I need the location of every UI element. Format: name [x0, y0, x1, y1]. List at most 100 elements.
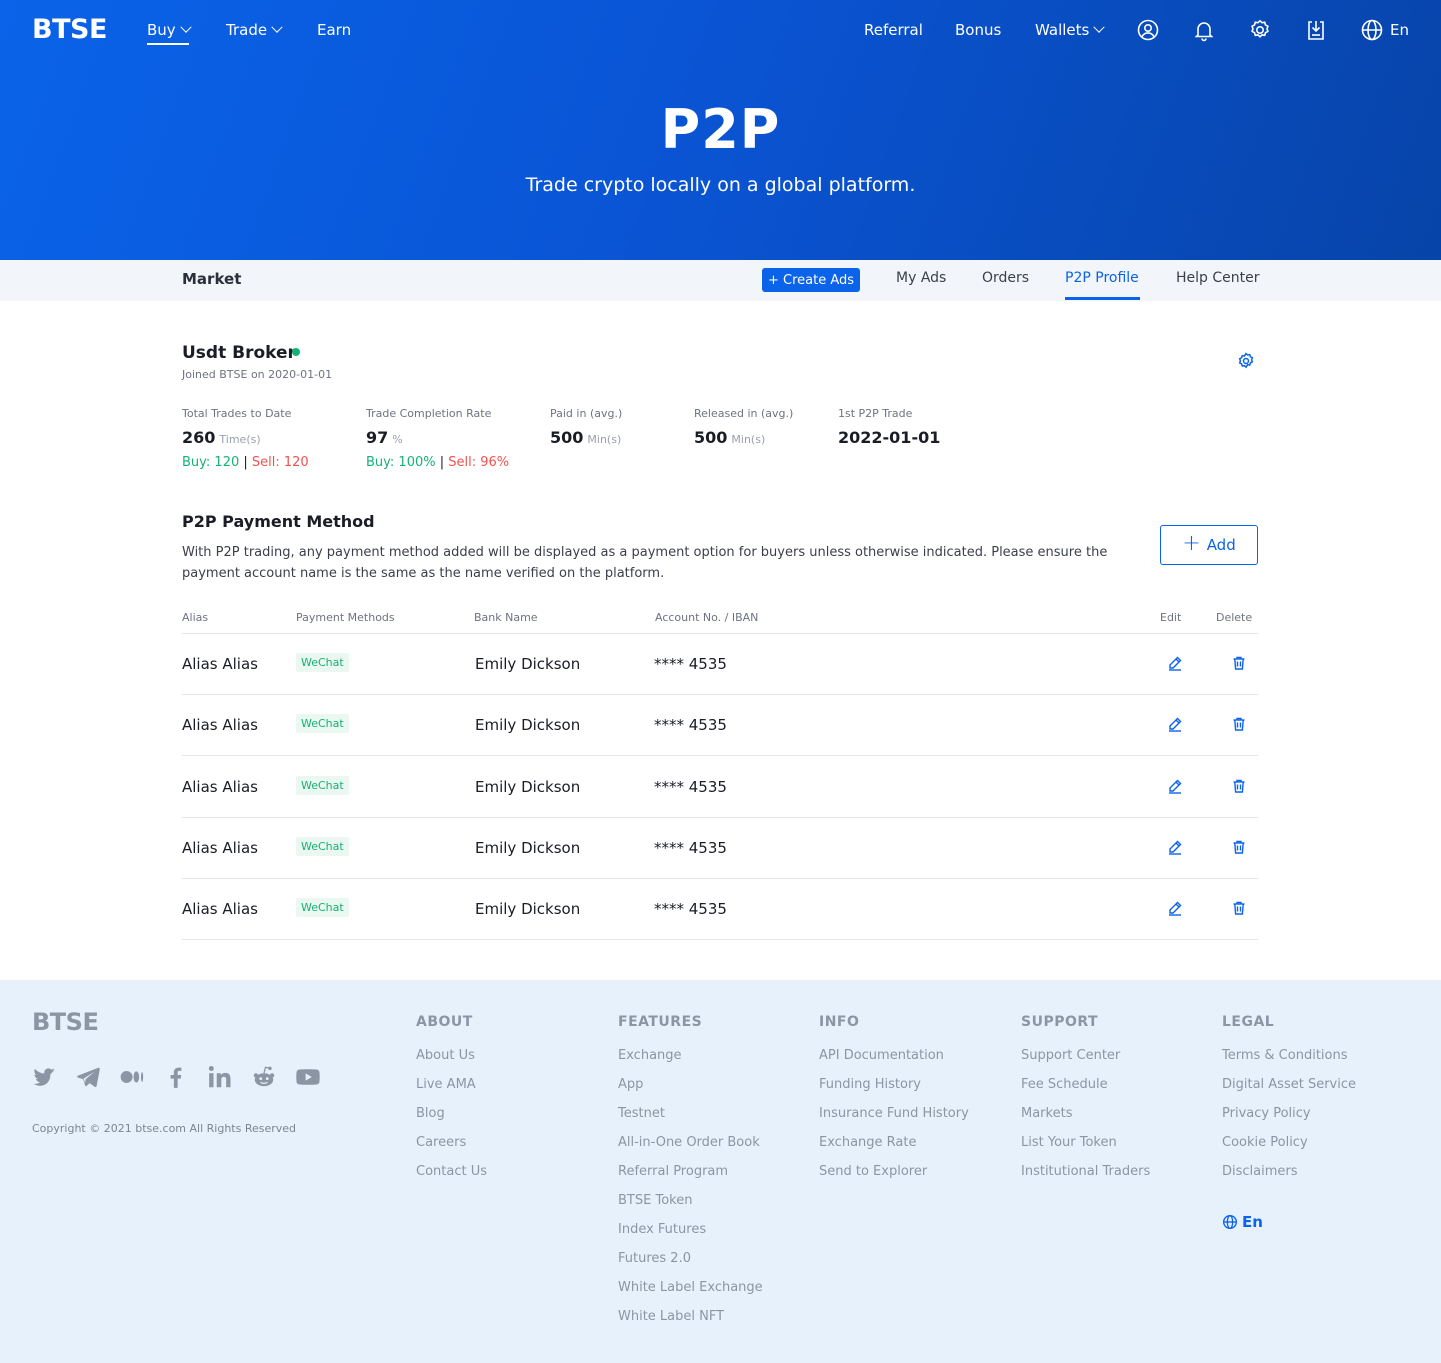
footer-link[interactable]: Exchange Rate [819, 1136, 969, 1165]
footer-link[interactable]: Support Center [1021, 1049, 1150, 1078]
gear-icon[interactable] [1248, 18, 1272, 42]
edit-icon[interactable] [1167, 655, 1183, 671]
row-alias: Alias Alias [182, 838, 258, 857]
footer-link[interactable]: All-in-One Order Book [618, 1136, 763, 1165]
stat-label: Released in (avg.) [694, 407, 794, 420]
create-ads-button[interactable]: + Create Ads [762, 268, 860, 292]
profile-settings-icon[interactable] [1236, 351, 1256, 371]
footer-column-legal: LEGAL Terms & Conditions Digital Asset Ser… [1222, 1014, 1356, 1194]
footer-language-selector[interactable]: En [1222, 1213, 1263, 1231]
footer-logo[interactable]: BTSE [32, 1008, 99, 1036]
footer-link[interactable]: Testnet [618, 1107, 763, 1136]
col-header-edit: Edit [1160, 611, 1182, 624]
medium-icon[interactable] [119, 1064, 145, 1090]
payment-method-title: P2P Payment Method [182, 512, 375, 531]
footer-link[interactable]: Send to Explorer [819, 1165, 969, 1194]
buy-count: Buy: 120 [182, 455, 240, 470]
footer-link[interactable]: Markets [1021, 1107, 1150, 1136]
footer-link[interactable]: Cookie Policy [1222, 1136, 1356, 1165]
payment-method-tag: WeChat [296, 714, 349, 734]
youtube-icon[interactable] [295, 1064, 321, 1090]
footer-link[interactable]: Contact Us [416, 1165, 487, 1194]
col-header-bank-name: Bank Name [474, 611, 538, 624]
stat-completion-rate: Trade Completion Rate 97% Buy: 100% | Se… [366, 407, 509, 470]
chevron-down-icon [180, 21, 192, 33]
user-icon[interactable] [1136, 18, 1160, 42]
delete-icon[interactable] [1231, 716, 1247, 732]
nav-referral-label: Referral [864, 21, 923, 39]
footer-link[interactable]: API Documentation [819, 1049, 969, 1078]
tab-my-ads[interactable]: My Ads [896, 270, 946, 286]
stat-value: 97 [366, 428, 389, 447]
footer-link[interactable]: Terms & Conditions [1222, 1049, 1356, 1078]
plus-icon: + [1182, 531, 1201, 556]
tab-help-center[interactable]: Help Center [1176, 270, 1260, 286]
nav-buy[interactable]: Buy [147, 21, 192, 39]
table-row: Alias Alias WeChat Emily Dickson **** 4535 [182, 695, 1258, 757]
download-icon[interactable] [1304, 18, 1328, 42]
footer-link[interactable]: List Your Token [1021, 1136, 1150, 1165]
footer-link[interactable]: Digital Asset Service [1222, 1078, 1356, 1107]
footer-link[interactable]: White Label NFT [618, 1310, 763, 1339]
separator: | [439, 455, 445, 470]
delete-icon[interactable] [1231, 778, 1247, 794]
tab-orders[interactable]: Orders [982, 270, 1029, 286]
footer-link[interactable]: Insurance Fund History [819, 1107, 969, 1136]
footer-column-title: ABOUT [416, 1014, 473, 1030]
footer-link[interactable]: Disclaimers [1222, 1165, 1356, 1194]
edit-icon[interactable] [1167, 716, 1183, 732]
footer-link[interactable]: Live AMA [416, 1078, 487, 1107]
footer-link[interactable]: Futures 2.0 [618, 1252, 763, 1281]
nav-bonus[interactable]: Bonus [955, 21, 1001, 39]
btse-logo[interactable]: BTSE [32, 14, 107, 45]
footer-link[interactable]: White Label Exchange [618, 1281, 763, 1310]
footer-column-about: ABOUT About Us Live AMA Blog Careers Contact … [416, 1014, 487, 1194]
footer-link[interactable]: Funding History [819, 1078, 969, 1107]
footer-link[interactable]: Careers [416, 1136, 487, 1165]
footer-link[interactable]: Exchange [618, 1049, 763, 1078]
edit-icon[interactable] [1167, 839, 1183, 855]
footer-link[interactable]: About Us [416, 1049, 487, 1078]
linkedin-icon[interactable] [207, 1064, 233, 1090]
footer-link[interactable]: App [618, 1078, 763, 1107]
footer-link[interactable]: Institutional Traders [1021, 1165, 1150, 1194]
sell-rate: Sell: 96% [448, 455, 510, 470]
add-payment-button[interactable]: + Add [1160, 525, 1258, 565]
nav-wallets[interactable]: Wallets [1035, 21, 1105, 39]
footer-link[interactable]: Privacy Policy [1222, 1107, 1356, 1136]
edit-icon[interactable] [1167, 900, 1183, 916]
footer-link[interactable]: BTSE Token [618, 1194, 763, 1223]
delete-icon[interactable] [1231, 655, 1247, 671]
facebook-icon[interactable] [163, 1064, 189, 1090]
language-selector[interactable]: En [1390, 21, 1409, 39]
footer-column-support: SUPPORT Support Center Fee Schedule Markets… [1021, 1014, 1150, 1194]
footer-link[interactable]: Blog [416, 1107, 487, 1136]
nav-trade[interactable]: Trade [226, 21, 283, 39]
hero-banner: BTSE Buy Trade Earn Referral Bonus Walle… [0, 0, 1441, 260]
market-link[interactable]: Market [182, 270, 241, 288]
nav-earn[interactable]: Earn [317, 21, 351, 39]
tab-p2p-profile[interactable]: P2P Profile [1065, 270, 1139, 286]
footer-column-title: SUPPORT [1021, 1014, 1099, 1030]
row-bank-name: Emily Dickson [475, 777, 581, 796]
edit-icon[interactable] [1167, 778, 1183, 794]
bell-icon[interactable] [1192, 18, 1216, 42]
footer-link[interactable]: Index Futures [618, 1223, 763, 1252]
delete-icon[interactable] [1231, 839, 1247, 855]
footer-link[interactable]: Referral Program [618, 1165, 763, 1194]
nav-referral[interactable]: Referral [864, 21, 923, 39]
reddit-icon[interactable] [251, 1064, 277, 1090]
row-alias: Alias Alias [182, 655, 258, 673]
row-account-number: **** 4535 [654, 655, 727, 673]
stat-unit: Min(s) [731, 433, 766, 446]
globe-icon[interactable] [1360, 18, 1384, 42]
table-row: Alias Alias WeChat Emily Dickson **** 4535 [182, 879, 1258, 940]
footer-column-info: INFO API Documentation Funding History Insu… [819, 1014, 969, 1194]
footer-column-title: INFO [819, 1014, 860, 1030]
stat-label: Trade Completion Rate [366, 407, 492, 420]
delete-icon[interactable] [1231, 900, 1247, 916]
twitter-icon[interactable] [31, 1064, 57, 1090]
stat-released-in: Released in (avg.) 500 Min(s) [694, 407, 793, 447]
telegram-icon[interactable] [75, 1064, 101, 1090]
footer-link[interactable]: Fee Schedule [1021, 1078, 1150, 1107]
